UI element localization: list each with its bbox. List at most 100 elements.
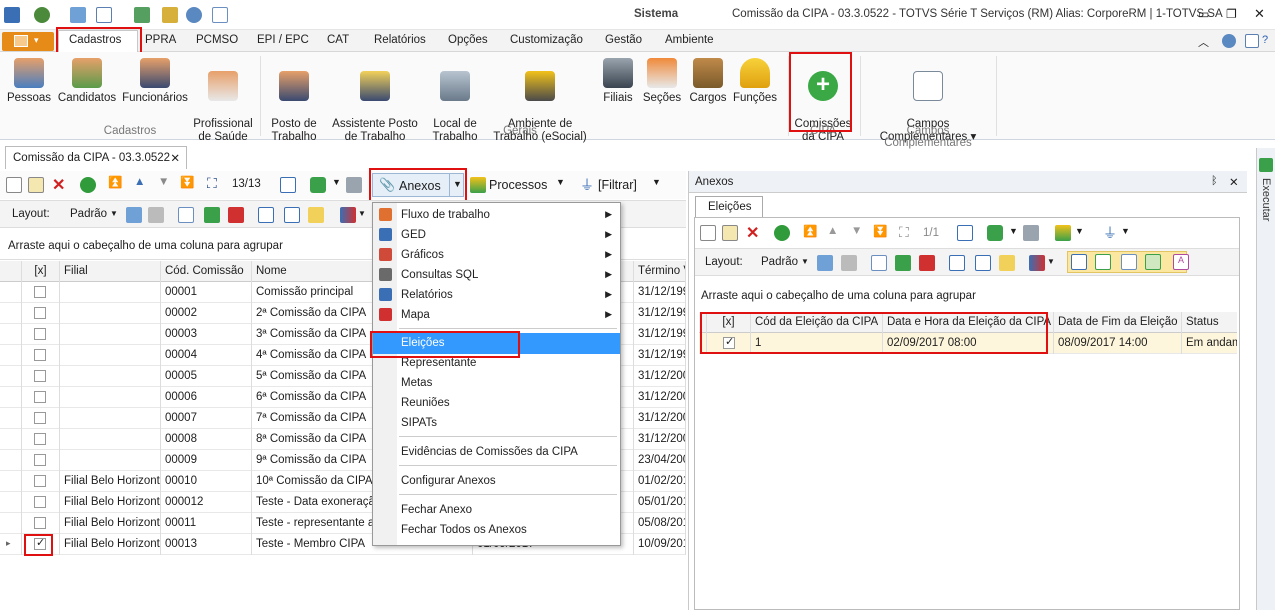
view-text-icon[interactable]: A bbox=[1173, 254, 1189, 270]
application-menu-button[interactable]: ▾ bbox=[2, 32, 54, 51]
menu-item-sipats[interactable]: SIPATs bbox=[373, 413, 620, 433]
globe-icon[interactable] bbox=[186, 7, 202, 23]
menu-item-eleicoes[interactable]: Eleições bbox=[373, 333, 620, 354]
edit-icon[interactable] bbox=[722, 225, 738, 241]
menu-item-mapa[interactable]: Mapa ▶ bbox=[373, 305, 620, 325]
row-checkbox[interactable] bbox=[34, 328, 46, 340]
menu-item-consultas-sql[interactable]: Consultas SQL ▶ bbox=[373, 265, 620, 285]
header-cod-comissao[interactable]: Cód. Comissão bbox=[161, 261, 252, 282]
chevron-down-icon[interactable]: ▼ bbox=[1121, 226, 1130, 236]
tools-icon[interactable] bbox=[162, 7, 178, 23]
pessoas-button[interactable]: Pessoas bbox=[6, 58, 52, 105]
anexos-button[interactable]: 📎 Anexos ▼ bbox=[372, 173, 464, 197]
row-checkbox-cell[interactable] bbox=[22, 282, 60, 303]
calendar-icon[interactable] bbox=[957, 225, 973, 241]
pin-icon[interactable]: ᛒ bbox=[1211, 175, 1218, 187]
chevron-down-icon[interactable]: ▼ bbox=[1009, 226, 1018, 236]
edit-icon[interactable] bbox=[28, 177, 44, 193]
menu-item-graficos[interactable]: Gráficos ▶ bbox=[373, 245, 620, 265]
previous-record-icon[interactable]: ▲ bbox=[134, 176, 145, 188]
sum-icon[interactable] bbox=[975, 255, 991, 271]
binoculars-icon[interactable]: ⛶ bbox=[207, 175, 217, 192]
view-form-icon[interactable] bbox=[1095, 254, 1111, 270]
menu-item-metas[interactable]: Metas bbox=[373, 373, 620, 393]
row-checkbox-cell[interactable] bbox=[22, 345, 60, 366]
tab-epi-epc[interactable]: EPI / EPC bbox=[257, 34, 309, 46]
menu-item-configurar-anexos[interactable]: Configurar Anexos bbox=[373, 471, 620, 491]
filtrar-button[interactable]: [Filtrar] bbox=[598, 178, 637, 192]
next-record-icon[interactable]: ▼ bbox=[158, 176, 169, 188]
chevron-down-icon[interactable]: ▼ bbox=[801, 257, 809, 266]
close-tab-icon[interactable]: ✕ bbox=[170, 151, 180, 165]
restore-button[interactable]: ❐ bbox=[1226, 7, 1237, 21]
save-layout-icon[interactable] bbox=[817, 255, 833, 271]
row-checkbox[interactable] bbox=[34, 496, 46, 508]
calendar-icon[interactable] bbox=[280, 177, 296, 193]
header-termino[interactable]: Término Vi bbox=[634, 261, 686, 282]
cargos-button[interactable]: Cargos bbox=[688, 58, 728, 105]
row-checkbox-cell[interactable] bbox=[22, 366, 60, 387]
posto-trabalho-button[interactable]: Posto de Trabalho bbox=[266, 58, 322, 144]
chart-icon[interactable] bbox=[1029, 255, 1045, 271]
go-to-icon[interactable] bbox=[987, 225, 1003, 241]
copy-icon[interactable] bbox=[212, 7, 228, 23]
layout-select[interactable]: Padrão bbox=[70, 208, 107, 220]
row-checkbox-cell[interactable] bbox=[22, 408, 60, 429]
last-record-icon[interactable]: ⏬ bbox=[180, 175, 194, 189]
sum-icon[interactable] bbox=[284, 207, 300, 223]
first-record-icon[interactable]: ⏫ bbox=[108, 175, 122, 189]
tab-ppra[interactable]: PPRA bbox=[145, 34, 176, 46]
grid-icon[interactable] bbox=[178, 207, 194, 223]
row-checkbox[interactable]: ✓ bbox=[723, 336, 735, 349]
local-trabalho-button[interactable]: Local de Trabalho bbox=[428, 58, 482, 144]
row-checkbox[interactable] bbox=[34, 475, 46, 487]
row-checkbox-cell[interactable] bbox=[22, 429, 60, 450]
chevron-down-icon[interactable]: ▼ bbox=[652, 177, 661, 187]
row-checkbox[interactable] bbox=[34, 370, 46, 382]
tab-pcmso[interactable]: PCMSO bbox=[196, 34, 238, 46]
table-row[interactable]: ✓ 1 02/09/2017 08:00 08/09/2017 14:00 Em… bbox=[699, 333, 1237, 354]
secoes-button[interactable]: Seções bbox=[642, 58, 682, 105]
menu-item-representante[interactable]: Representante bbox=[373, 353, 620, 373]
row-checkbox-cell[interactable] bbox=[22, 471, 60, 492]
grid-icon[interactable] bbox=[871, 255, 887, 271]
lock-layout-icon[interactable] bbox=[148, 207, 164, 223]
row-checkbox-cell[interactable] bbox=[22, 513, 60, 534]
format-icon[interactable] bbox=[308, 207, 324, 223]
row-checkbox[interactable] bbox=[34, 412, 46, 424]
tab-relatorios[interactable]: Relatórios bbox=[374, 34, 426, 46]
window-icon[interactable] bbox=[96, 7, 112, 23]
previous-record-icon[interactable]: ▲ bbox=[827, 225, 838, 237]
row-checkbox[interactable] bbox=[34, 433, 46, 445]
save-layout-icon[interactable] bbox=[126, 207, 142, 223]
home-icon[interactable] bbox=[228, 207, 244, 223]
row-checkbox[interactable] bbox=[34, 349, 46, 361]
chevron-down-icon[interactable]: ▼ bbox=[556, 177, 565, 187]
candidatos-button[interactable]: Candidatos bbox=[56, 58, 118, 105]
new-icon[interactable] bbox=[6, 177, 22, 193]
refresh-icon[interactable] bbox=[774, 225, 790, 241]
row-checkbox-cell[interactable] bbox=[22, 303, 60, 324]
refresh-icon[interactable] bbox=[34, 7, 50, 23]
tab-ambiente[interactable]: Ambiente bbox=[665, 34, 714, 46]
tab-opcoes[interactable]: Opções bbox=[448, 34, 488, 46]
chevron-up-icon[interactable]: ︿ bbox=[1198, 34, 1209, 50]
menu-item-fluxo-de-trabalho[interactable]: Fluxo de trabalho ▶ bbox=[373, 205, 620, 225]
tab-eleicoes[interactable]: Eleições bbox=[695, 196, 763, 218]
header-data-hora-eleicao[interactable]: Data e Hora da Eleição da CIPA bbox=[883, 312, 1054, 333]
chevron-down-icon[interactable]: ▼ bbox=[110, 209, 118, 218]
layout-icon[interactable] bbox=[1245, 34, 1259, 48]
tab-cat[interactable]: CAT bbox=[327, 34, 349, 46]
header-status[interactable]: Status bbox=[1182, 312, 1237, 333]
globe-icon[interactable] bbox=[1222, 34, 1236, 48]
filiais-button[interactable]: Filiais bbox=[600, 58, 636, 105]
refresh-icon[interactable] bbox=[80, 177, 96, 193]
tab-customizacao[interactable]: Customização bbox=[510, 34, 583, 46]
row-checkbox[interactable] bbox=[34, 307, 46, 319]
menu-item-relatorios[interactable]: Relatórios ▶ bbox=[373, 285, 620, 305]
header-filial[interactable]: Filial bbox=[60, 261, 161, 282]
document-tab[interactable]: Comissão da CIPA - 03.3.0522 ✕ bbox=[5, 146, 187, 169]
menu-item-evidencias-de-comissoes-da-cipa[interactable]: Evidências de Comissões da CIPA bbox=[373, 442, 620, 462]
row-checkbox[interactable] bbox=[34, 391, 46, 403]
format-icon[interactable] bbox=[999, 255, 1015, 271]
